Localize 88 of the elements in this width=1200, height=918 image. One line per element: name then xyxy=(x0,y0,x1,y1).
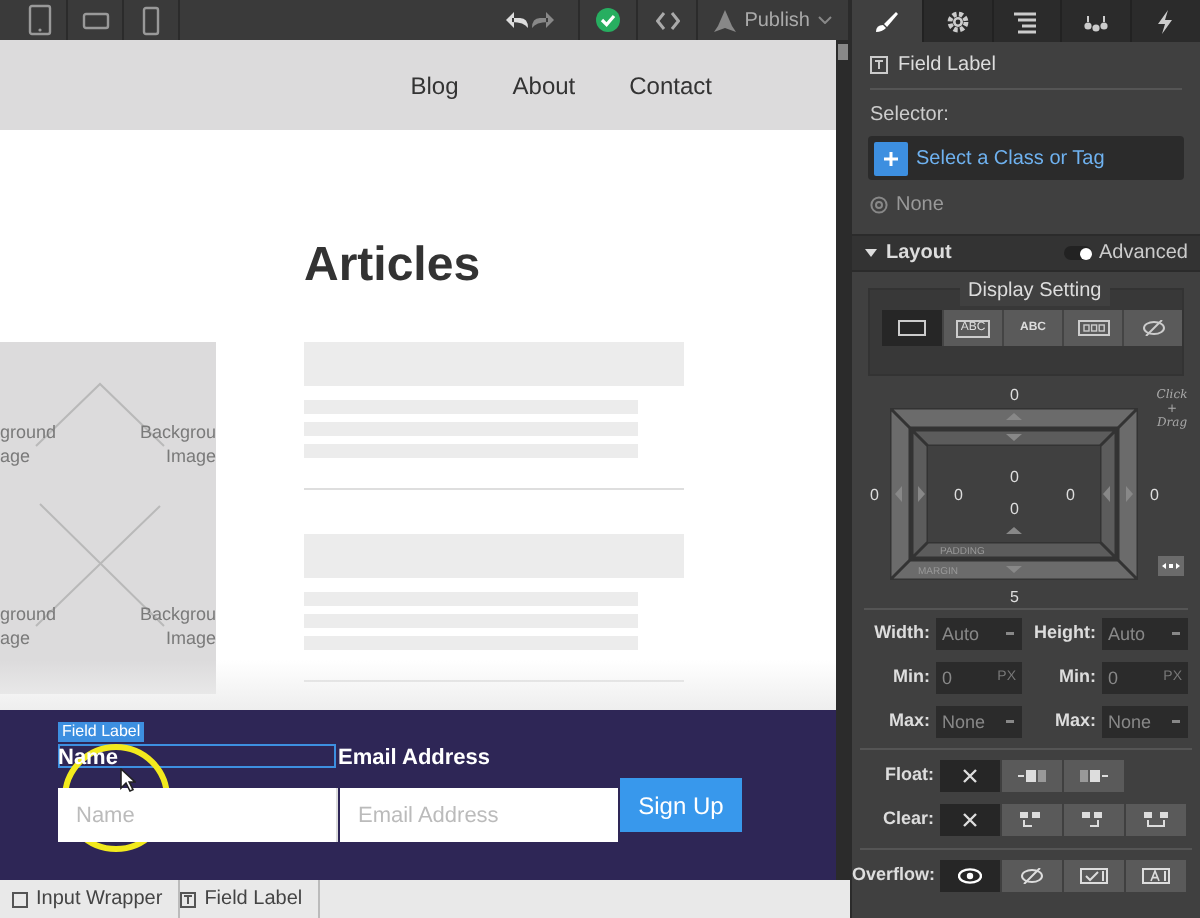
field-label: Min: xyxy=(893,664,930,691)
size-field[interactable]: Auto xyxy=(1102,618,1188,650)
field-label: Width: xyxy=(874,620,930,647)
state-label[interactable]: None xyxy=(896,189,944,219)
brush-icon xyxy=(872,9,901,33)
gear-icon xyxy=(943,9,972,33)
breadcrumb-item[interactable]: Field Label xyxy=(180,880,321,918)
eye-icon xyxy=(958,868,982,884)
code-icon[interactable] xyxy=(655,11,680,29)
placeholder-label: Backgrou Image xyxy=(139,420,216,468)
section-header[interactable]: Layout Advanced xyxy=(852,234,1200,272)
size-field[interactable]: Auto xyxy=(936,618,1022,650)
phone-icon xyxy=(142,5,160,35)
arrows-icon xyxy=(1162,562,1180,570)
option-button[interactable] xyxy=(940,760,1000,792)
caret-icon xyxy=(1006,720,1014,724)
size-field[interactable]: None xyxy=(936,706,1022,738)
landscape-phone-icon xyxy=(81,11,109,29)
spacing-value[interactable]: 5 xyxy=(1010,586,1019,610)
row-label: Clear: xyxy=(880,806,936,833)
float-left-icon xyxy=(1018,768,1046,784)
close-icon xyxy=(962,812,978,828)
row-label: Float: xyxy=(883,762,936,789)
element-tag: Field Label xyxy=(58,722,145,742)
state-icon xyxy=(870,195,888,213)
breadcrumb-item[interactable]: Input Wrapper xyxy=(12,880,181,918)
panel-tab[interactable] xyxy=(852,0,922,42)
spacing-value[interactable]: 0 xyxy=(1010,498,1019,522)
cursor-icon xyxy=(120,768,136,792)
clear-both-icon xyxy=(1144,812,1168,828)
expand-button[interactable] xyxy=(1158,556,1184,576)
element-name: Field Label xyxy=(898,52,996,80)
field-label: Max: xyxy=(1054,708,1096,735)
placeholder-label: ground age xyxy=(0,420,57,468)
page-heading: Articles xyxy=(304,236,481,296)
option-button[interactable] xyxy=(940,804,1000,836)
block-icon xyxy=(898,320,926,336)
nav-link[interactable]: Contact xyxy=(629,67,712,103)
email-field[interactable]: Email Address xyxy=(340,788,618,842)
spacing-value[interactable]: 0 xyxy=(1150,484,1159,508)
field-label: Height: xyxy=(1034,620,1096,647)
auto-box-icon xyxy=(1142,868,1170,884)
spacing-value[interactable]: 0 xyxy=(1010,466,1019,490)
field-label: Max: xyxy=(888,708,930,735)
list-icon xyxy=(1012,9,1041,33)
close-icon xyxy=(962,768,978,784)
spacing-value[interactable]: 0 xyxy=(1066,484,1075,508)
group-title: Display Setting xyxy=(960,276,1110,306)
spacing-value[interactable]: 0 xyxy=(870,484,879,508)
undo-icon[interactable] xyxy=(506,12,529,28)
selector-field[interactable]: Select a Class or Tag xyxy=(868,136,1184,180)
spacing-value[interactable]: 0 xyxy=(954,484,963,508)
float-right-icon xyxy=(1080,768,1108,784)
name-field[interactable]: Name xyxy=(58,788,338,842)
hidden-icon xyxy=(1020,868,1044,884)
placeholder-label: ground age xyxy=(0,602,57,650)
caret-icon xyxy=(1172,632,1180,636)
display-option[interactable] xyxy=(1062,310,1122,346)
scroll-box-icon xyxy=(1080,868,1108,884)
clear-left-icon xyxy=(1020,812,1044,828)
label-icon xyxy=(180,891,197,907)
hidden-icon xyxy=(1141,320,1165,336)
caret-icon xyxy=(1006,632,1014,636)
check-status-icon[interactable] xyxy=(596,8,621,32)
row-label: Overflow: xyxy=(852,862,938,889)
option-button[interactable] xyxy=(940,860,1000,892)
plus-icon[interactable] xyxy=(884,151,898,165)
selector-label: Selector: xyxy=(870,102,951,130)
toggle-label: Advanced xyxy=(1099,240,1188,268)
field-label: Email Address xyxy=(338,744,491,774)
spacing-value[interactable]: 0 xyxy=(1010,384,1019,408)
placeholder-label: Backgrou Image xyxy=(139,602,216,650)
nav-link[interactable]: Blog xyxy=(410,67,459,103)
flex-icon xyxy=(1077,320,1109,336)
display-option[interactable] xyxy=(882,310,942,346)
nav-link[interactable]: About xyxy=(512,67,576,103)
scrollbar-thumb[interactable] xyxy=(838,44,848,60)
box-model-drawing[interactable] xyxy=(890,408,1138,580)
display-option[interactable] xyxy=(1122,310,1182,346)
box-icon xyxy=(12,891,28,907)
caret-icon xyxy=(1172,720,1180,724)
advanced-toggle[interactable] xyxy=(1063,246,1092,260)
caret-icon xyxy=(818,16,832,24)
clear-right-icon xyxy=(1082,812,1106,828)
label-icon xyxy=(870,56,888,74)
field-label: Min: xyxy=(1059,664,1096,691)
size-field[interactable]: None xyxy=(1102,706,1188,738)
tablet-icon xyxy=(27,4,51,36)
